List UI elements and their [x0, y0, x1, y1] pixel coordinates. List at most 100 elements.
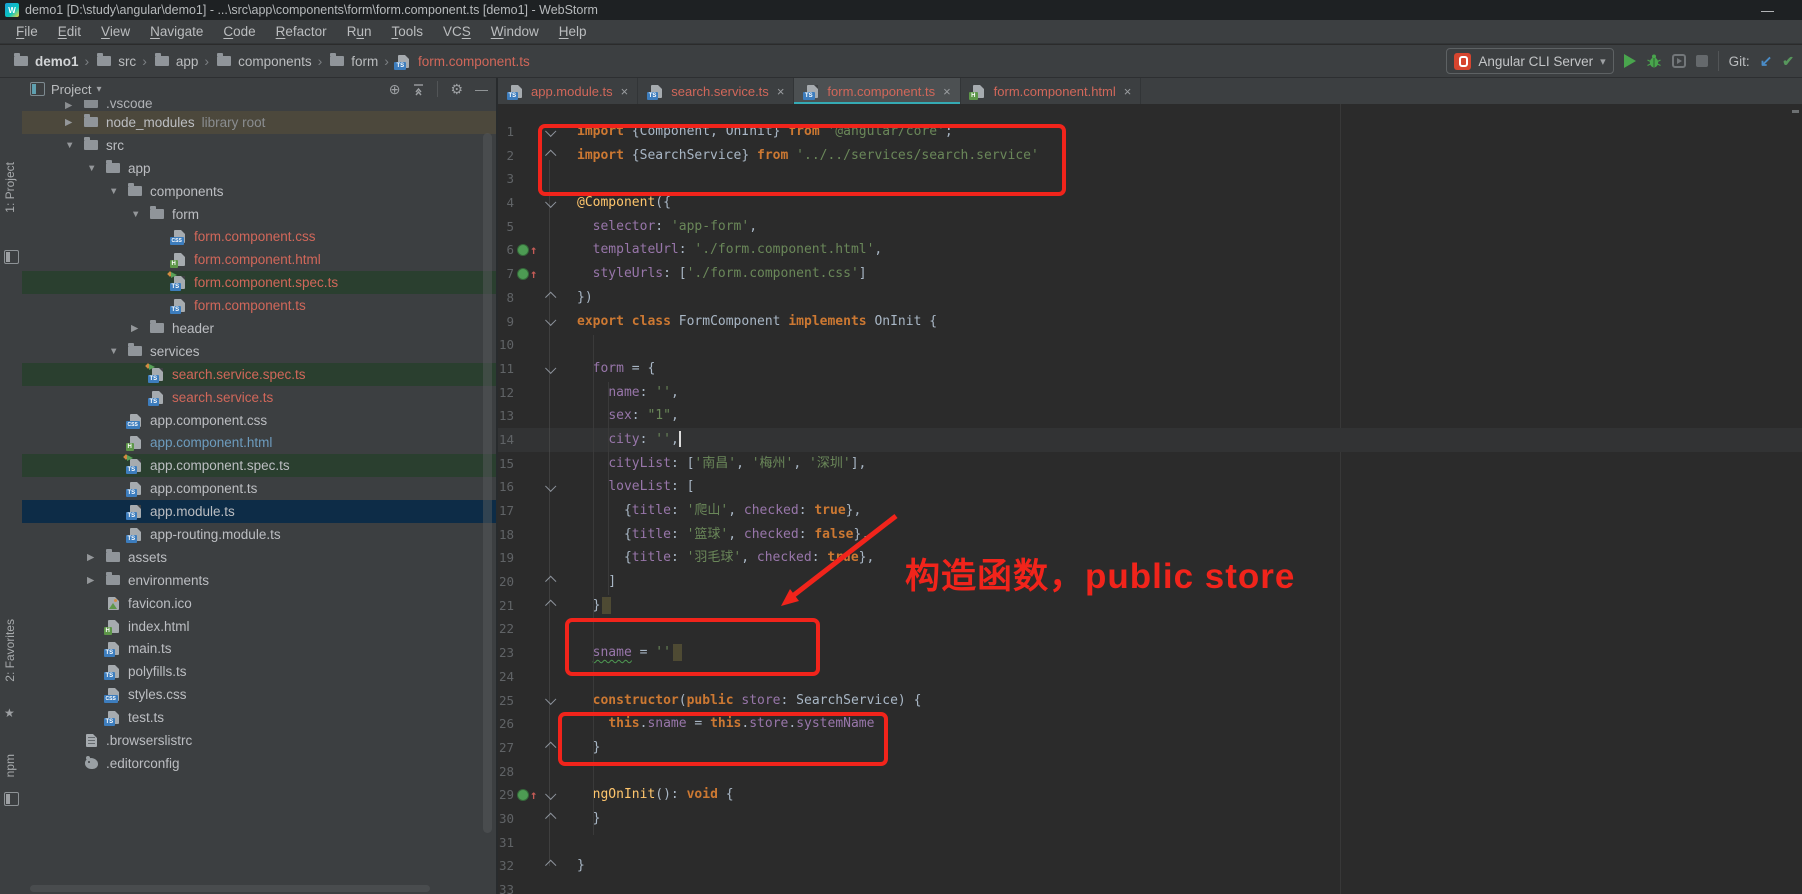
breadcrumb-demo1[interactable]: demo1: [12, 53, 79, 69]
menu-help[interactable]: Help: [549, 24, 597, 39]
run-with-coverage-button[interactable]: [1671, 54, 1686, 68]
tree-item-form.component.css[interactable]: CSS form.component.css: [22, 225, 496, 248]
code-line-22[interactable]: 22: [498, 617, 1802, 641]
breadcrumb-components[interactable]: components: [215, 53, 312, 69]
tree-item-.browserslistrc[interactable]: .browserslistrc: [22, 729, 496, 752]
menu-tools[interactable]: Tools: [381, 24, 433, 39]
tab-form.component.ts[interactable]: TS form.component.ts ×: [794, 78, 961, 105]
fold-marker-icon[interactable]: [540, 812, 560, 824]
tree-item-app.component.spec.ts[interactable]: TS app.component.spec.ts: [22, 454, 496, 478]
close-icon[interactable]: ×: [943, 84, 951, 99]
debug-button[interactable]: [1646, 53, 1662, 69]
code-line-16[interactable]: 16 loveList: [: [498, 475, 1802, 499]
project-tool-icon[interactable]: [4, 250, 19, 264]
menu-refactor[interactable]: Refactor: [266, 24, 337, 39]
chevron-down-icon[interactable]: ▼: [62, 140, 82, 151]
tree-item-components[interactable]: ▼ components: [22, 180, 496, 203]
tree-item-services[interactable]: ▼ services: [22, 340, 496, 363]
fold-marker-icon[interactable]: [540, 480, 560, 493]
tab-search.service.ts[interactable]: TS search.service.ts ×: [638, 78, 795, 104]
menu-vcs[interactable]: VCS: [433, 24, 481, 39]
code-editor[interactable]: 1 import {Component, OnInit} from '@angul…: [498, 104, 1802, 894]
code-line-17[interactable]: 17 {title: '爬山', checked: true},: [498, 499, 1802, 523]
tree-item-polyfills.ts[interactable]: TS polyfills.ts: [22, 660, 496, 683]
fold-marker-icon[interactable]: [540, 314, 560, 327]
chevron-right-icon[interactable]: ▶: [128, 323, 148, 334]
tree-item-styles.css[interactable]: CSS styles.css: [22, 683, 496, 706]
code-line-4[interactable]: 4 @Component({: [498, 191, 1802, 215]
code-line-30[interactable]: 30 }: [498, 807, 1802, 831]
breadcrumb-app[interactable]: app: [153, 53, 198, 69]
code-line-10[interactable]: 10: [498, 333, 1802, 357]
gutter-related-symbol-icon[interactable]: ↑: [514, 244, 540, 257]
code-line-11[interactable]: 11 form = {: [498, 357, 1802, 381]
code-line-15[interactable]: 15 cityList: ['南昌', '梅州', '深圳'],: [498, 452, 1802, 476]
tree-item-src[interactable]: ▼ src: [22, 134, 496, 157]
tree-item-search.service.ts[interactable]: TS search.service.ts: [22, 386, 496, 409]
tree-item-assets[interactable]: ▶ assets: [22, 546, 496, 569]
git-update-project-button[interactable]: ↙: [1760, 52, 1773, 70]
code-line-24[interactable]: 24: [498, 665, 1802, 689]
fold-marker-icon[interactable]: [540, 196, 560, 208]
tree-item-index.html[interactable]: Hindex.html: [22, 615, 496, 638]
chevron-right-icon[interactable]: ▶: [84, 552, 104, 563]
tree-item-environments[interactable]: ▶ environments: [22, 569, 496, 592]
code-line-14[interactable]: 14 city: '',: [498, 427, 1802, 452]
code-line-28[interactable]: 28: [498, 760, 1802, 784]
locate-file-icon[interactable]: ⊕: [389, 81, 401, 98]
code-line-23[interactable]: 23 sname = '': [498, 641, 1802, 665]
tree-item-test.ts[interactable]: TS test.ts: [22, 706, 496, 729]
menu-file[interactable]: File: [6, 24, 48, 39]
fold-marker-icon[interactable]: [540, 291, 560, 303]
tree-item-form[interactable]: ▼ form: [22, 203, 496, 226]
chevron-down-icon[interactable]: ▼: [128, 209, 148, 220]
code-line-5[interactable]: 5 selector: 'app-form',: [498, 215, 1802, 239]
run-configuration-select[interactable]: Angular CLI Server ▾: [1446, 48, 1614, 74]
menu-run[interactable]: Run: [337, 24, 382, 39]
fold-marker-icon[interactable]: [540, 599, 560, 611]
menu-navigate[interactable]: Navigate: [140, 24, 213, 39]
tool-button-npm[interactable]: npm: [3, 754, 17, 777]
code-line-31[interactable]: 31: [498, 831, 1802, 855]
tree-item-favicon.ico[interactable]: favicon.ico: [22, 592, 496, 615]
menu-view[interactable]: View: [91, 24, 140, 39]
code-line-25[interactable]: 25 constructor(public store: SearchServi…: [498, 689, 1802, 713]
fold-marker-icon[interactable]: [540, 149, 560, 161]
chevron-right-icon[interactable]: ▶: [62, 117, 82, 128]
tree-item-app.component.css[interactable]: CSS app.component.css: [22, 409, 496, 432]
code-line-29[interactable]: 29 ↑ ngOnInit(): void {: [498, 783, 1802, 807]
code-line-33[interactable]: 33: [498, 878, 1802, 894]
fold-marker-icon[interactable]: [540, 125, 560, 137]
chevron-down-icon[interactable]: ▼: [106, 346, 126, 357]
code-line-26[interactable]: 26 this.sname = this.store.systemName: [498, 712, 1802, 736]
code-line-21[interactable]: 21 }: [498, 594, 1802, 618]
close-icon[interactable]: ×: [777, 84, 785, 99]
run-button[interactable]: [1623, 54, 1636, 68]
project-tree-vertical-scrollbar[interactable]: [483, 133, 492, 833]
tool-button-favorites[interactable]: 2: Favorites: [3, 619, 17, 682]
code-line-12[interactable]: 12 name: '',: [498, 381, 1802, 405]
code-line-9[interactable]: 9 export class FormComponent implements O…: [498, 310, 1802, 334]
git-commit-button[interactable]: ✔: [1782, 53, 1794, 70]
stop-button[interactable]: [1695, 55, 1708, 67]
fold-marker-icon[interactable]: [540, 575, 560, 587]
chevron-down-icon[interactable]: ▼: [84, 163, 104, 174]
chevron-right-icon[interactable]: ▶: [62, 100, 82, 111]
tree-item-form.component.spec.ts[interactable]: TS form.component.spec.ts: [22, 271, 496, 295]
tree-item-app.component.html[interactable]: Happ.component.html: [22, 431, 496, 454]
tree-item-form.component.html[interactable]: Hform.component.html: [22, 248, 496, 271]
tree-item-.editorconfig[interactable]: .editorconfig: [22, 752, 496, 775]
fold-marker-icon[interactable]: [540, 693, 560, 706]
code-line-7[interactable]: 7 ↑ styleUrls: ['./form.component.css']: [498, 262, 1802, 286]
close-icon[interactable]: ×: [621, 84, 629, 99]
star-icon[interactable]: ★: [4, 706, 15, 720]
code-line-20[interactable]: 20 ]: [498, 570, 1802, 594]
title-bar[interactable]: W demo1 [D:\study\angular\demo1] - ...\s…: [0, 0, 1802, 20]
tree-item-main.ts[interactable]: TS main.ts: [22, 637, 496, 660]
tab-form.component.html[interactable]: Hform.component.html ×: [961, 78, 1142, 104]
menu-window[interactable]: Window: [481, 24, 549, 39]
breadcrumb-form[interactable]: form: [328, 53, 378, 69]
menu-code[interactable]: Code: [213, 24, 265, 39]
chevron-down-icon[interactable]: ▾: [96, 84, 101, 95]
fold-marker-icon[interactable]: [540, 788, 560, 801]
